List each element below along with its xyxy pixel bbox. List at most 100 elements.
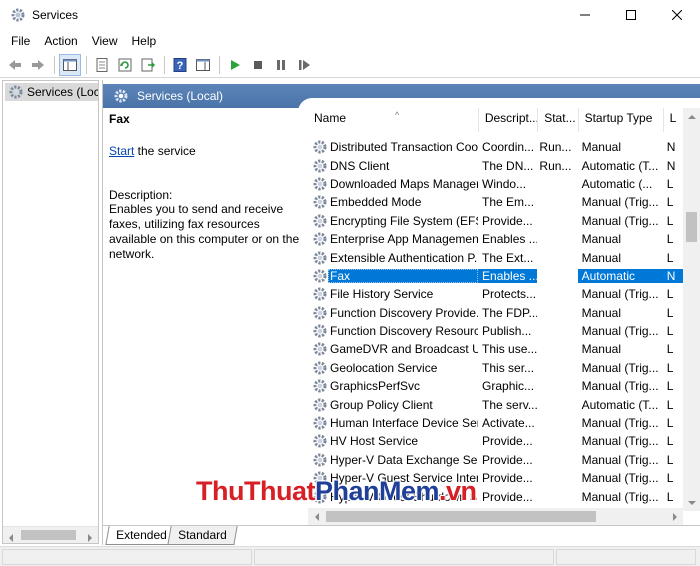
table-row[interactable]: Human Interface Device Ser... Activate...… <box>308 414 683 432</box>
service-gear-icon <box>312 305 328 321</box>
service-gear-icon <box>312 341 328 357</box>
status-segment <box>254 549 554 565</box>
table-row[interactable]: Hyper-V Data Exchange Ser... Provide... Ma… <box>308 451 683 469</box>
table-row[interactable]: Downloaded Maps Manager Windo... Automatic… <box>308 175 683 193</box>
table-row[interactable]: GameDVR and Broadcast Us...This use... Ma… <box>308 340 683 358</box>
properties-sheet-icon[interactable] <box>91 54 113 76</box>
table-row[interactable]: DNS Client The DN... Run... Automatic (T...… <box>308 156 683 174</box>
service-log-on-as-cell: N <box>666 140 676 155</box>
menu-view[interactable]: View <box>85 31 125 51</box>
service-name-cell: Function Discovery Provide... <box>330 305 479 320</box>
resume-service-icon[interactable] <box>293 54 315 76</box>
service-name-cell: Downloaded Maps Manager <box>330 176 479 191</box>
scroll-left-arrow-icon[interactable] <box>308 508 325 525</box>
column-header-label: Name <box>314 111 347 125</box>
start-service-link[interactable]: Start <box>109 144 134 158</box>
scroll-thumb[interactable] <box>326 511 596 522</box>
table-row[interactable]: Extensible Authentication P... The Ext...… <box>308 248 683 266</box>
menu-help[interactable]: Help <box>125 31 164 51</box>
forward-arrow-icon[interactable] <box>27 54 49 76</box>
service-status-cell: Run... <box>539 158 572 173</box>
watermark-part: PhanMem <box>314 476 440 506</box>
scroll-right-arrow-icon[interactable] <box>666 508 683 525</box>
service-description-cell: This ser... <box>482 360 535 375</box>
status-bar <box>0 546 700 566</box>
refresh-icon[interactable] <box>114 54 136 76</box>
stop-service-icon[interactable] <box>247 54 269 76</box>
service-log-on-as-cell: L <box>666 324 674 339</box>
help-icon[interactable]: ? <box>169 54 191 76</box>
column-header-description[interactable]: Descript... <box>479 108 539 132</box>
table-row[interactable]: Distributed Transaction Coo... Coordin...… <box>308 138 683 156</box>
column-header-status[interactable]: Stat... <box>538 108 579 132</box>
column-header-log-on-as[interactable]: L <box>664 108 683 132</box>
service-startup-type-cell: Manual (Trig... <box>581 434 659 449</box>
service-startup-type-cell: Manual <box>581 305 621 320</box>
service-name-cell: GameDVR and Broadcast Us... <box>330 342 479 357</box>
tab-standard[interactable]: Standard <box>167 526 238 545</box>
scroll-thumb[interactable] <box>686 212 697 242</box>
column-header-name[interactable]: ^ Name <box>308 108 479 132</box>
scroll-thumb[interactable] <box>21 530 76 540</box>
toolbar-separator <box>86 55 87 74</box>
column-header-startup-type[interactable]: Startup Type <box>579 108 664 132</box>
service-log-on-as-cell: L <box>666 305 674 320</box>
service-startup-type-cell: Automatic (... <box>581 176 653 191</box>
scroll-up-arrow-icon[interactable] <box>683 108 700 125</box>
service-gear-icon <box>312 158 328 174</box>
maximize-button[interactable] <box>608 0 654 30</box>
service-startup-type-cell: Manual (Trig... <box>581 489 659 504</box>
tree-item-services-local[interactable]: Services (Local) <box>5 83 98 101</box>
minimize-button[interactable] <box>562 0 608 30</box>
table-row[interactable]: Function Discovery Provide... The FDP... M… <box>308 304 683 322</box>
service-log-on-as-cell: L <box>666 379 674 394</box>
table-row[interactable]: Enterprise App Managemen... Enables ... Ma… <box>308 230 683 248</box>
tree-horizontal-scrollbar[interactable] <box>3 526 98 543</box>
watermark-part: .vn <box>439 476 477 506</box>
service-startup-type-cell: Manual (Trig... <box>581 471 659 486</box>
action-pane-icon[interactable] <box>192 54 214 76</box>
show-hide-console-tree-icon[interactable] <box>59 53 81 76</box>
menu-action[interactable]: Action <box>37 31 84 51</box>
scroll-down-arrow-icon[interactable] <box>683 494 700 511</box>
scroll-left-arrow-icon[interactable] <box>7 531 15 545</box>
export-list-icon[interactable] <box>137 54 159 76</box>
table-row[interactable]: Geolocation Service This ser... Manual (Tr… <box>308 359 683 377</box>
service-log-on-as-cell: L <box>666 452 674 467</box>
service-name-cell: HV Host Service <box>330 434 419 449</box>
table-row[interactable]: Group Policy Client The serv... Automatic … <box>308 395 683 413</box>
service-log-on-as-cell: L <box>666 471 674 486</box>
window-title: Services <box>32 8 79 22</box>
table-row[interactable]: HV Host Service Provide... Manual (Trig...… <box>308 432 683 450</box>
tab-label: Standard <box>178 528 227 542</box>
start-service-line: Start the service <box>109 144 196 158</box>
service-description-cell: Publish... <box>482 324 532 339</box>
service-description-cell: The serv... <box>482 397 538 412</box>
service-log-on-as-cell: L <box>666 232 674 247</box>
table-row[interactable]: Fax Enables ... Automatic N <box>308 267 683 285</box>
table-row[interactable]: Embedded Mode The Em... Manual (Trig... L <box>308 193 683 211</box>
tab-extended[interactable]: Extended <box>105 526 178 545</box>
table-row[interactable]: GraphicsPerfSvc Graphic... Manual (Trig...… <box>308 377 683 395</box>
service-description-cell: The Em... <box>482 195 535 210</box>
service-name-cell: Function Discovery Resourc... <box>330 324 479 339</box>
menu-file[interactable]: File <box>4 31 37 51</box>
table-row[interactable]: Function Discovery Resourc... Publish... M… <box>308 322 683 340</box>
scroll-right-arrow-icon[interactable] <box>86 531 94 545</box>
service-startup-type-cell: Manual (Trig... <box>581 195 659 210</box>
table-row[interactable]: File History Service Protects... Manual (T… <box>308 285 683 303</box>
selected-service-name: Fax <box>109 112 130 126</box>
services-horizontal-scrollbar[interactable] <box>308 508 683 525</box>
service-description-cell: Enables ... <box>478 268 538 283</box>
service-startup-type-cell: Manual (Trig... <box>581 379 659 394</box>
service-description-cell: Enables ... <box>482 232 538 247</box>
service-log-on-as-cell: L <box>666 397 674 412</box>
service-gear-icon <box>312 452 328 468</box>
service-description-cell: Provide... <box>482 213 533 228</box>
table-row[interactable]: Encrypting File System (EFS) Provide... Ma… <box>308 212 683 230</box>
back-arrow-icon[interactable] <box>4 54 26 76</box>
services-vertical-scrollbar[interactable] <box>683 108 700 511</box>
start-service-icon[interactable] <box>224 54 246 76</box>
close-button[interactable] <box>654 0 700 30</box>
pause-service-icon[interactable] <box>270 54 292 76</box>
